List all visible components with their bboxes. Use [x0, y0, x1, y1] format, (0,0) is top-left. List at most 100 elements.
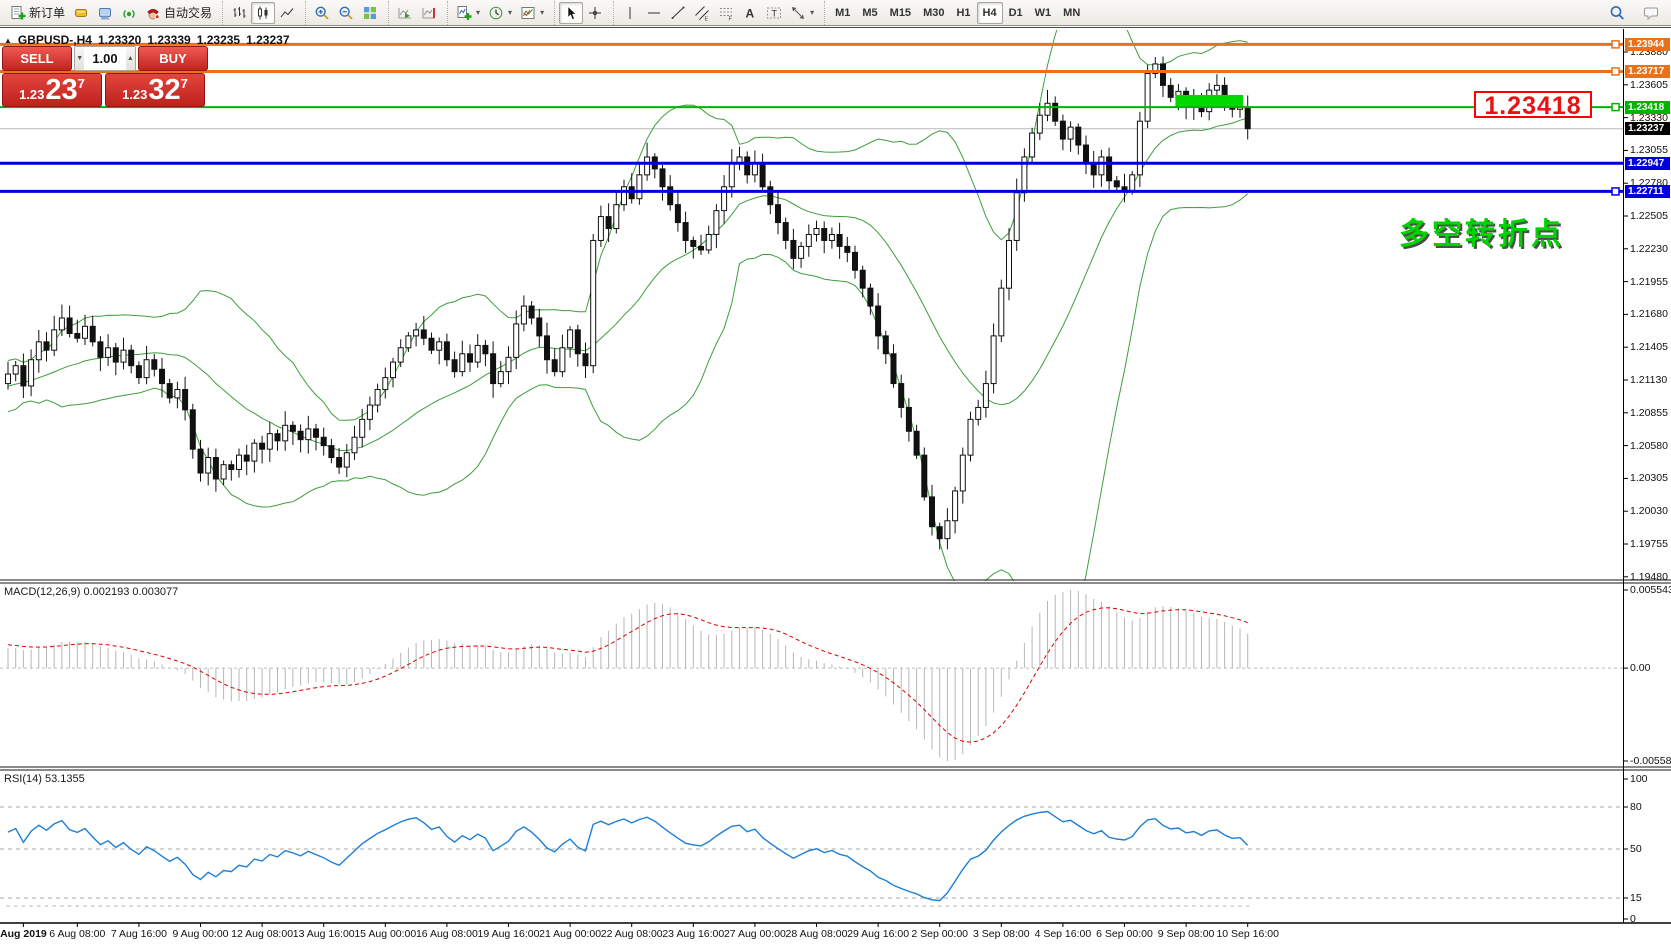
sell-button[interactable]: SELL [2, 46, 72, 71]
gold-icon [73, 5, 89, 21]
templates-button[interactable]: ▾ [516, 2, 548, 24]
candle [298, 424, 303, 452]
autoscroll-button[interactable] [393, 2, 417, 24]
volume-decrease-button[interactable]: ▼ [75, 47, 84, 70]
candle [1168, 78, 1173, 102]
line-handle[interactable] [1612, 68, 1619, 75]
price-tick-label: 1.20855 [1630, 407, 1671, 419]
toolbar-group: 新订单 自动交易 [2, 1, 220, 25]
candle [899, 375, 904, 418]
line-handle[interactable] [1612, 188, 1619, 195]
candle [237, 448, 242, 477]
candle [483, 340, 488, 366]
crosshair-button[interactable] [583, 2, 607, 24]
zoom-in-button[interactable] [310, 2, 334, 24]
candle [1045, 90, 1050, 121]
vertical-line-button[interactable] [618, 2, 642, 24]
timeframe-m15[interactable]: M15 [884, 2, 917, 24]
timeframe-m5[interactable]: M5 [856, 2, 883, 24]
timeframe-d1[interactable]: D1 [1003, 2, 1029, 24]
buy-button[interactable]: BUY [138, 46, 208, 71]
collapse-panel-icon[interactable]: ▲ [4, 36, 12, 45]
toolbar-group [222, 1, 303, 25]
metaeditor-button[interactable] [93, 2, 117, 24]
svg-text:E: E [705, 16, 709, 21]
toolbar-right [1605, 1, 1663, 25]
autotrading-button[interactable]: 自动交易 [141, 2, 216, 24]
timeframe-h1[interactable]: H1 [950, 2, 976, 24]
candle [1153, 57, 1158, 78]
line-handle[interactable] [1612, 41, 1619, 48]
candle [837, 223, 842, 259]
candle [675, 191, 680, 232]
line-handle[interactable] [1612, 104, 1619, 111]
chart-shift-button[interactable] [417, 2, 441, 24]
candle [252, 439, 257, 472]
search-button[interactable] [1605, 2, 1629, 24]
arrows-button[interactable]: ▾ [786, 2, 818, 24]
indicators-button[interactable]: ▾ [452, 2, 484, 24]
chart-line-button[interactable] [275, 2, 299, 24]
candle [683, 212, 688, 253]
chart-bars-button[interactable] [227, 2, 251, 24]
candle [568, 326, 573, 358]
macd-scale-label: 0.005543 [1630, 584, 1671, 596]
candle [629, 173, 634, 203]
candle [175, 382, 180, 409]
candle [714, 204, 719, 248]
candle [59, 305, 64, 336]
candle [1030, 128, 1035, 164]
annotation-text: 多空转折点 [1399, 209, 1564, 253]
price-callout-box[interactable]: 1.23418 [1474, 91, 1592, 118]
candle [206, 448, 211, 486]
zoom-out-button[interactable] [334, 2, 358, 24]
candle [745, 151, 750, 183]
candle [652, 153, 657, 178]
trendline-button[interactable] [666, 2, 690, 24]
history-center-button[interactable] [69, 2, 93, 24]
chart-window[interactable]: ▲ GBPUSD-,H4 1.23320 1.23339 1.23235 1.2… [0, 27, 1671, 947]
timeframe-m1[interactable]: M1 [829, 2, 856, 24]
candle [67, 306, 72, 338]
candle [968, 412, 973, 462]
rsi-scale-label: 50 [1630, 843, 1671, 855]
periods-button[interactable]: ▾ [484, 2, 516, 24]
buy-price-display[interactable]: 1.23 32 7 [105, 73, 205, 107]
sell-price-display[interactable]: 1.23 23 7 [2, 73, 102, 107]
candle [999, 280, 1004, 343]
candle [637, 162, 642, 205]
highlight-zone[interactable] [1175, 95, 1243, 107]
tile-windows-button[interactable] [358, 2, 382, 24]
candle [314, 424, 319, 451]
fibonacci-button[interactable]: F [714, 2, 738, 24]
toolbar-group [554, 1, 611, 25]
chart-title: ▲ GBPUSD-,H4 1.23320 1.23339 1.23235 1.2… [4, 33, 290, 47]
chart-canvas[interactable] [0, 28, 1671, 947]
candle [537, 309, 542, 347]
volume-input[interactable] [84, 47, 125, 70]
zoom-in-icon [314, 5, 330, 21]
candle [799, 242, 804, 268]
chat-button[interactable] [1639, 2, 1663, 24]
chevron-down-icon: ▾ [540, 8, 544, 17]
candle [930, 485, 935, 536]
label-button[interactable]: T [762, 2, 786, 24]
signals-button[interactable] [117, 2, 141, 24]
candle [414, 323, 419, 346]
candle [29, 349, 34, 396]
candle [737, 147, 742, 171]
candle [352, 426, 357, 460]
chart-candles-button[interactable] [251, 2, 275, 24]
price-line-badge: 1.23717 [1625, 65, 1670, 78]
timeframe-h4[interactable]: H4 [977, 2, 1003, 24]
candle [321, 428, 326, 456]
timeframe-w1[interactable]: W1 [1029, 2, 1058, 24]
text-button[interactable]: A [738, 2, 762, 24]
volume-increase-button[interactable]: ▲ [126, 47, 135, 70]
horizontal-line-button[interactable] [642, 2, 666, 24]
new-order-button[interactable]: 新订单 [6, 2, 69, 24]
cursor-button[interactable] [559, 2, 583, 24]
timeframe-mn[interactable]: MN [1057, 2, 1086, 24]
timeframe-m30[interactable]: M30 [917, 2, 950, 24]
channel-button[interactable]: E [690, 2, 714, 24]
